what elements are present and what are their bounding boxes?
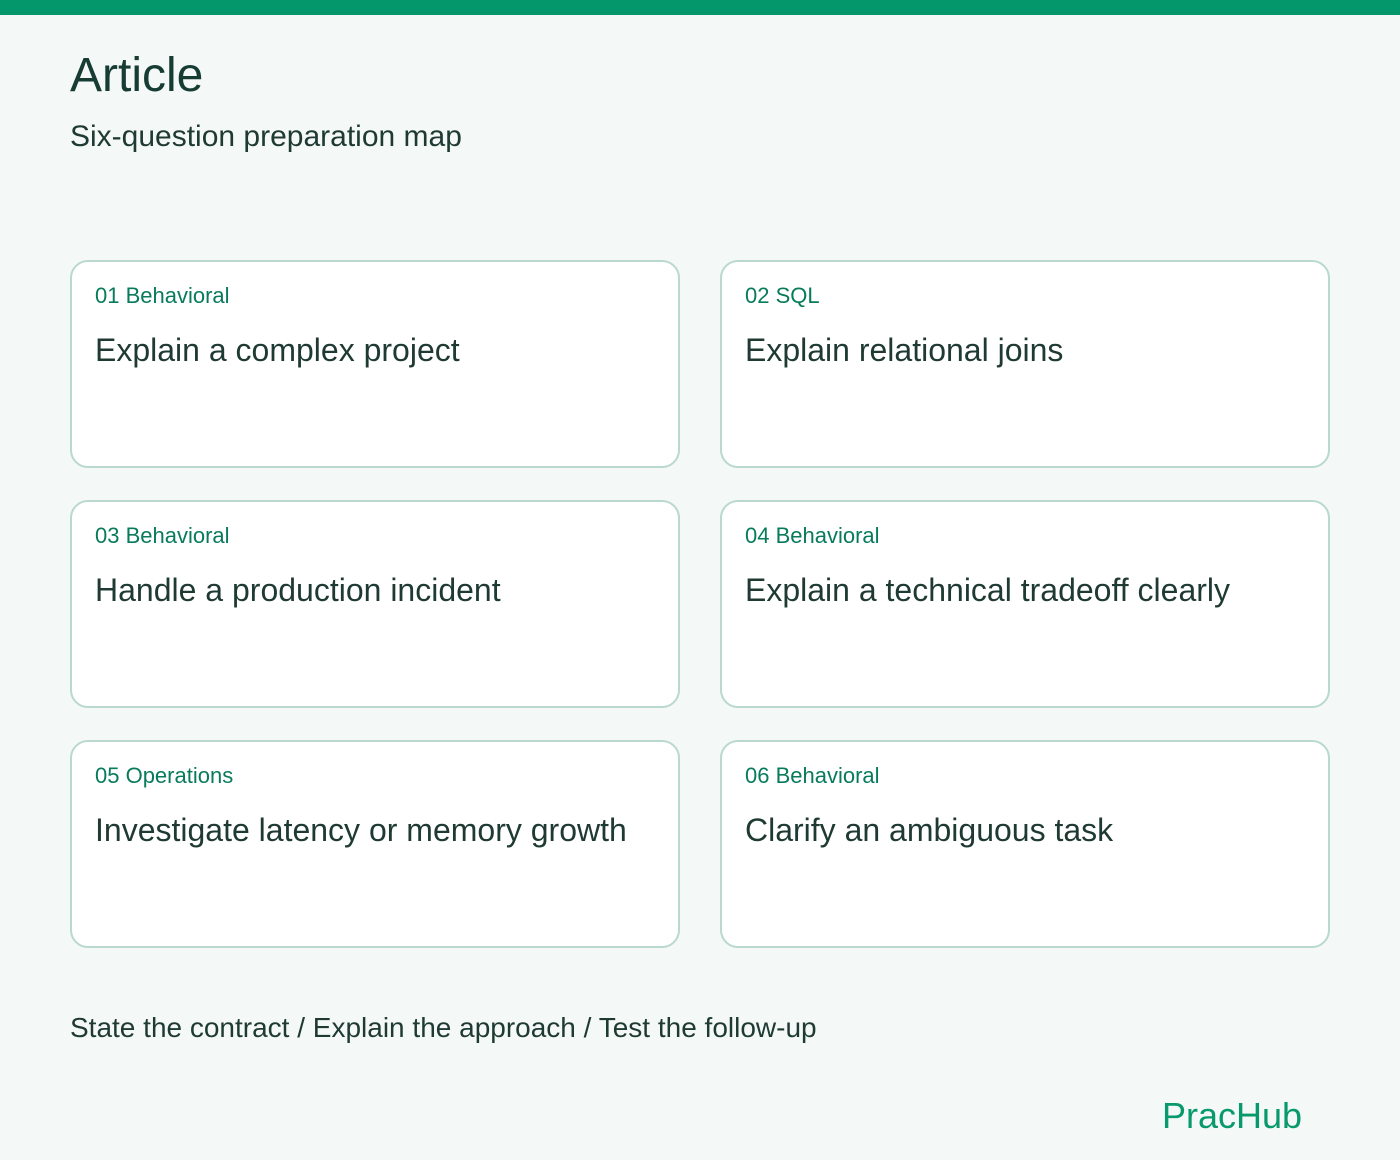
brand-logo: PracHub [1161,1095,1302,1136]
question-card-06[interactable]: 06 Behavioral Clarify an ambiguous task [720,740,1330,948]
card-title: Clarify an ambiguous task [745,812,1114,848]
card-title: Investigate latency or memory growth [95,812,627,848]
card-title: Explain a complex project [95,332,460,368]
card-tag: 01 Behavioral [95,283,230,308]
question-card-01[interactable]: 01 Behavioral Explain a complex project [70,260,680,468]
question-card-05[interactable]: 05 Operations Investigate latency or mem… [70,740,680,948]
question-card-grid: 01 Behavioral Explain a complex project … [70,260,1330,948]
question-card-03[interactable]: 03 Behavioral Handle a production incide… [70,500,680,708]
card-tag: 03 Behavioral [95,523,230,548]
card-title: Explain relational joins [745,332,1064,368]
card-tag: 02 SQL [745,283,820,308]
footer-note: State the contract / Explain the approac… [70,1012,817,1043]
card-tag: 05 Operations [95,763,234,788]
question-card-04[interactable]: 04 Behavioral Explain a technical tradeo… [720,500,1330,708]
card-tag: 04 Behavioral [745,523,880,548]
card-title: Handle a production incident [95,572,501,608]
page-subtitle: Six-question preparation map [70,120,462,153]
card-title: Explain a technical tradeoff clearly [745,572,1231,608]
question-card-02[interactable]: 02 SQL Explain relational joins [720,260,1330,468]
page-title: Article [70,49,204,102]
top-accent-bar [0,0,1400,15]
card-tag: 06 Behavioral [745,763,880,788]
